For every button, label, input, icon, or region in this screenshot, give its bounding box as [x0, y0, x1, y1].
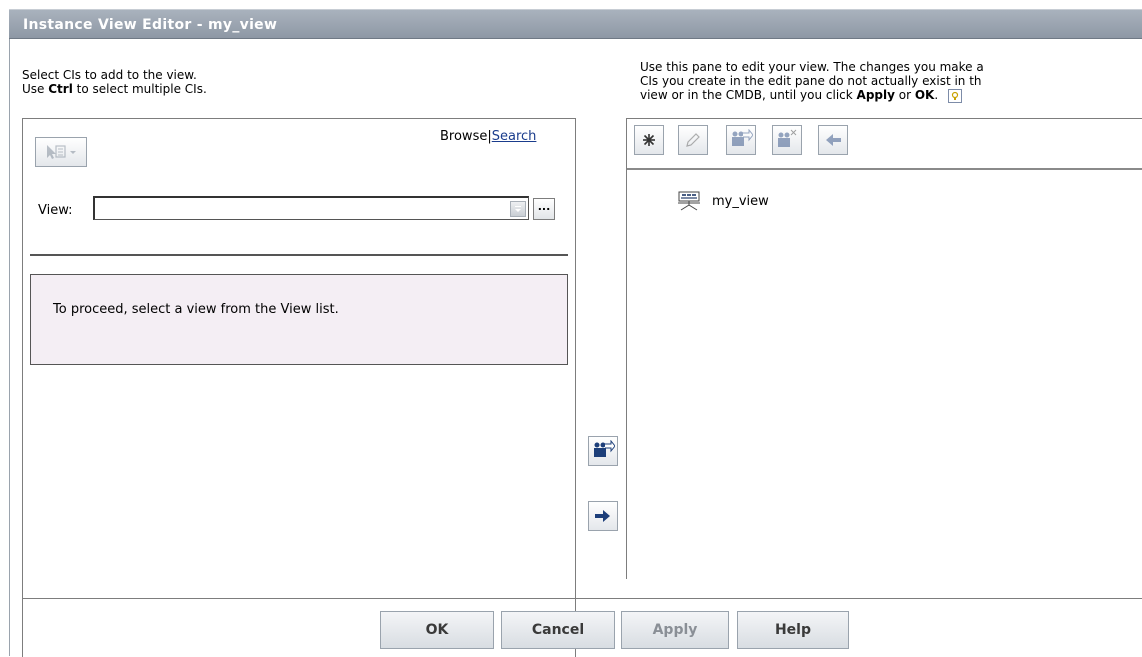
arrow-right-icon	[595, 510, 610, 522]
view-menu-button[interactable]	[35, 137, 87, 167]
add-related-icon	[732, 129, 753, 146]
cancel-button[interactable]: Cancel	[501, 611, 615, 649]
edit-icon	[686, 133, 700, 147]
add-related-ci-button[interactable]	[726, 125, 756, 155]
right-instructions: Use this pane to edit your view. The cha…	[640, 60, 1142, 103]
left-instructions: Select CIs to add to the view. Use Ctrl …	[22, 68, 207, 96]
ctrl-key-label: Ctrl	[48, 82, 73, 96]
footer-divider	[22, 598, 1142, 599]
window-frame-edge	[9, 39, 10, 656]
select-view-message: To proceed, select a view from the View …	[30, 274, 568, 365]
period: .	[934, 88, 939, 102]
edit-ci-button[interactable]	[678, 125, 708, 155]
back-arrow-icon	[826, 134, 841, 146]
apply-word: Apply	[856, 88, 895, 102]
window-title-bar: Instance View Editor - my_view	[9, 9, 1142, 39]
view-label: View:	[38, 203, 73, 218]
add-related-icon	[594, 440, 615, 457]
tree-item-label: my_view	[712, 193, 769, 209]
tip-icon[interactable]	[948, 88, 962, 103]
browse-tab[interactable]: Browse	[440, 129, 487, 144]
select-view-message-text: To proceed, select a view from the View …	[53, 302, 339, 317]
help-button[interactable]: Help	[737, 611, 849, 649]
tree-item-my-view[interactable]: my_view	[676, 191, 769, 211]
ok-button[interactable]: OK	[380, 611, 494, 649]
view-icon	[678, 191, 700, 211]
new-ci-icon	[643, 134, 655, 146]
right-instruction-line3: view or in the CMDB, until you click App…	[640, 88, 1142, 103]
browse-views-button[interactable]: ...	[533, 198, 555, 220]
or-word: or	[894, 88, 915, 102]
right-instruction-line2: CIs you create in the edit pane do not a…	[640, 74, 982, 88]
remove-ci-button[interactable]	[772, 125, 802, 155]
left-instruction-line1: Select CIs to add to the view.	[22, 68, 197, 82]
view-select[interactable]	[93, 196, 529, 220]
remove-ci-icon	[778, 129, 797, 147]
new-ci-button[interactable]	[634, 125, 664, 155]
right-toolbar-divider	[627, 168, 1142, 170]
chevron-down-icon	[515, 206, 521, 212]
window-title: Instance View Editor - my_view	[23, 17, 278, 33]
pointer-list-icon	[47, 145, 76, 159]
left-instruction-post: to select multiple CIs.	[72, 82, 207, 96]
add-to-view-button[interactable]	[588, 501, 618, 531]
right-pane	[626, 118, 1142, 579]
view-dropdown-button[interactable]	[510, 201, 526, 217]
right-instruction-line1: Use this pane to edit your view. The cha…	[640, 60, 984, 74]
left-instruction-pre: Use	[22, 82, 49, 96]
apply-button[interactable]: Apply	[621, 611, 729, 649]
left-instruction-line2: Use Ctrl to select multiple CIs.	[22, 82, 207, 96]
move-back-button[interactable]	[818, 125, 848, 155]
browse-search-toggle: Browse|Search	[440, 129, 536, 144]
right-instruction-pre: view or in the CMDB, until you click	[640, 88, 857, 102]
search-link[interactable]: Search	[492, 129, 537, 144]
left-divider	[30, 254, 568, 256]
add-with-related-button[interactable]	[588, 436, 618, 466]
ok-word: OK	[914, 88, 935, 102]
